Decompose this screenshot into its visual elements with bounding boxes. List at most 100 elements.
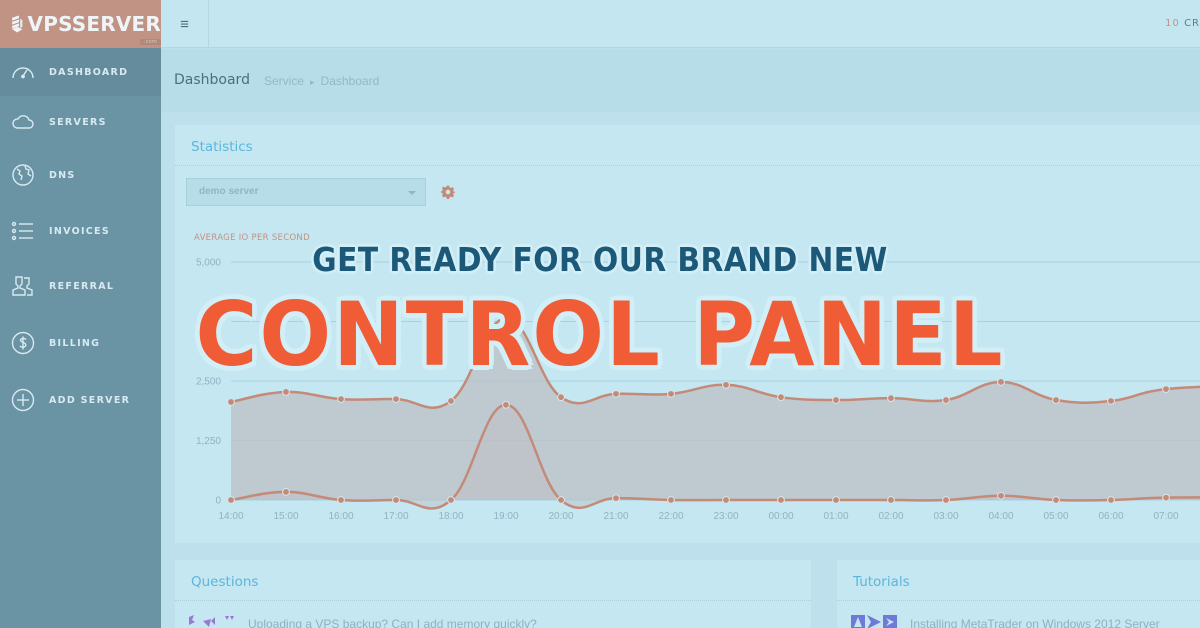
page-title: Dashboard xyxy=(174,72,250,88)
sidebar-item-label: DASHBOARD xyxy=(49,66,129,78)
cloud-icon xyxy=(12,115,34,129)
data-point xyxy=(1052,496,1060,504)
list-icon xyxy=(11,221,33,241)
io-chart: 0 1,250 2,500 3,750 5,000 14:00 15:00 16:00 17:0… xyxy=(196,258,1200,522)
data-point xyxy=(612,389,620,398)
data-point xyxy=(1162,385,1170,393)
brand-suffix: .com xyxy=(139,39,161,45)
x-tick-label: 20:00 xyxy=(548,511,573,522)
tutorials-panel: Tutorials Installing MetaTrader on Windo… xyxy=(837,560,1200,628)
data-point xyxy=(227,496,235,504)
sidebar-item-label: REFERRAL xyxy=(49,280,115,292)
x-tick-label: 21:00 xyxy=(603,511,628,522)
data-point xyxy=(722,380,730,389)
data-point xyxy=(887,394,895,403)
x-tick-label: 16:00 xyxy=(328,511,353,522)
sidebar-item-dashboard[interactable]: DASHBOARD xyxy=(0,48,161,96)
y-tick-label: 2,500 xyxy=(196,377,221,388)
data-point xyxy=(1107,496,1115,504)
breadcrumb-separator-icon: ▸ xyxy=(310,77,315,87)
data-point xyxy=(282,388,290,396)
questions-title: Questions xyxy=(191,574,259,590)
menu-toggle-button[interactable]: ≡ xyxy=(161,0,209,48)
data-point xyxy=(337,496,345,504)
data-point xyxy=(392,395,400,403)
y-tick-label: 3,750 xyxy=(196,317,221,328)
brand-name: VPSSERVER .com xyxy=(28,12,161,45)
sidebar-item-invoices[interactable]: INVOICES xyxy=(0,207,161,255)
data-point xyxy=(667,496,675,504)
statistics-panel: Statistics demo server AVERAGE IO PER SE… xyxy=(175,125,1200,543)
data-point xyxy=(887,496,895,504)
data-point xyxy=(942,396,950,404)
data-point xyxy=(997,378,1005,386)
tutorials-title: Tutorials xyxy=(853,574,910,590)
y-tick-label: 1,250 xyxy=(196,436,221,447)
x-tick-label: 15:00 xyxy=(273,511,298,522)
sidebar-item-billing[interactable]: BILLING xyxy=(0,319,161,367)
y-tick-label: 5,000 xyxy=(196,258,221,269)
credit-indicator[interactable]: 10 CR xyxy=(1165,18,1200,29)
data-point xyxy=(282,488,290,496)
hamburger-icon: ≡ xyxy=(180,15,189,33)
data-point xyxy=(667,389,675,398)
data-point xyxy=(337,395,345,403)
data-point xyxy=(557,496,565,504)
x-tick-label: 07:00 xyxy=(1153,511,1178,522)
x-tick-label: 23:00 xyxy=(713,511,738,522)
top-bar: ≡ 10 CR xyxy=(161,0,1200,48)
x-tick-label: 02:00 xyxy=(878,511,903,522)
sidebar-item-add-server[interactable]: ADD SERVER xyxy=(0,376,161,424)
plus-circle-icon xyxy=(11,388,35,412)
sidebar-item-label: BILLING xyxy=(49,337,101,349)
sidebar-item-label: DNS xyxy=(49,169,76,181)
credit-value: 10 xyxy=(1165,18,1180,29)
data-point xyxy=(557,393,565,402)
users-icon xyxy=(12,276,33,296)
sidebar-item-servers[interactable]: SERVERS xyxy=(0,98,161,146)
data-point xyxy=(997,491,1005,500)
sidebar-item-dns[interactable]: DNS xyxy=(0,151,161,199)
x-tick-label: 17:00 xyxy=(383,511,408,522)
breadcrumb: Service ▸ Dashboard xyxy=(264,74,379,88)
tutorial-item-link[interactable]: Installing MetaTrader on Windows 2012 Se… xyxy=(910,617,1160,628)
tutorial-avatar-icon xyxy=(851,615,897,628)
sidebar-item-label: INVOICES xyxy=(49,225,110,237)
divider xyxy=(175,600,811,601)
divider xyxy=(837,600,1200,601)
data-point xyxy=(832,396,840,404)
series-area-1 xyxy=(231,318,1200,500)
questions-panel: Questions Uploading a VPS backup? Can I … xyxy=(175,560,811,628)
x-tick-label: 03:00 xyxy=(933,511,958,522)
data-point xyxy=(942,496,950,504)
x-tick-label: 19:00 xyxy=(493,511,518,522)
question-item-link[interactable]: Uploading a VPS backup? Can I add memory… xyxy=(248,617,537,628)
vpsserver-logo-icon xyxy=(12,15,23,33)
data-point xyxy=(1052,396,1060,404)
data-point xyxy=(502,314,510,323)
sidebar-item-label: SERVERS xyxy=(49,116,107,128)
y-tick-label: 0 xyxy=(215,496,221,507)
breadcrumb-item: Dashboard xyxy=(320,74,380,88)
sidebar-item-referral[interactable]: REFERRAL xyxy=(0,262,161,310)
data-point xyxy=(612,494,620,502)
data-point xyxy=(1107,397,1115,405)
question-avatar-icon xyxy=(189,615,234,627)
sidebar-item-label: ADD SERVER xyxy=(49,394,131,406)
x-tick-label: 04:00 xyxy=(988,511,1013,522)
data-point xyxy=(722,496,730,504)
page-header: Dashboard Service ▸ Dashboard xyxy=(161,49,1200,112)
data-point xyxy=(502,400,510,409)
gauge-icon xyxy=(12,67,34,79)
data-point xyxy=(1162,493,1170,502)
globe-icon xyxy=(12,164,34,186)
x-tick-label: 22:00 xyxy=(658,511,683,522)
brand-logo-area[interactable]: VPSSERVER .com xyxy=(0,0,161,48)
breadcrumb-item[interactable]: Service xyxy=(264,74,304,88)
credit-label: CR xyxy=(1184,18,1200,29)
data-point xyxy=(392,496,400,504)
data-point xyxy=(777,393,785,402)
x-tick-label: 05:00 xyxy=(1043,511,1068,522)
x-tick-label: 14:00 xyxy=(218,511,243,522)
data-point xyxy=(227,398,235,406)
